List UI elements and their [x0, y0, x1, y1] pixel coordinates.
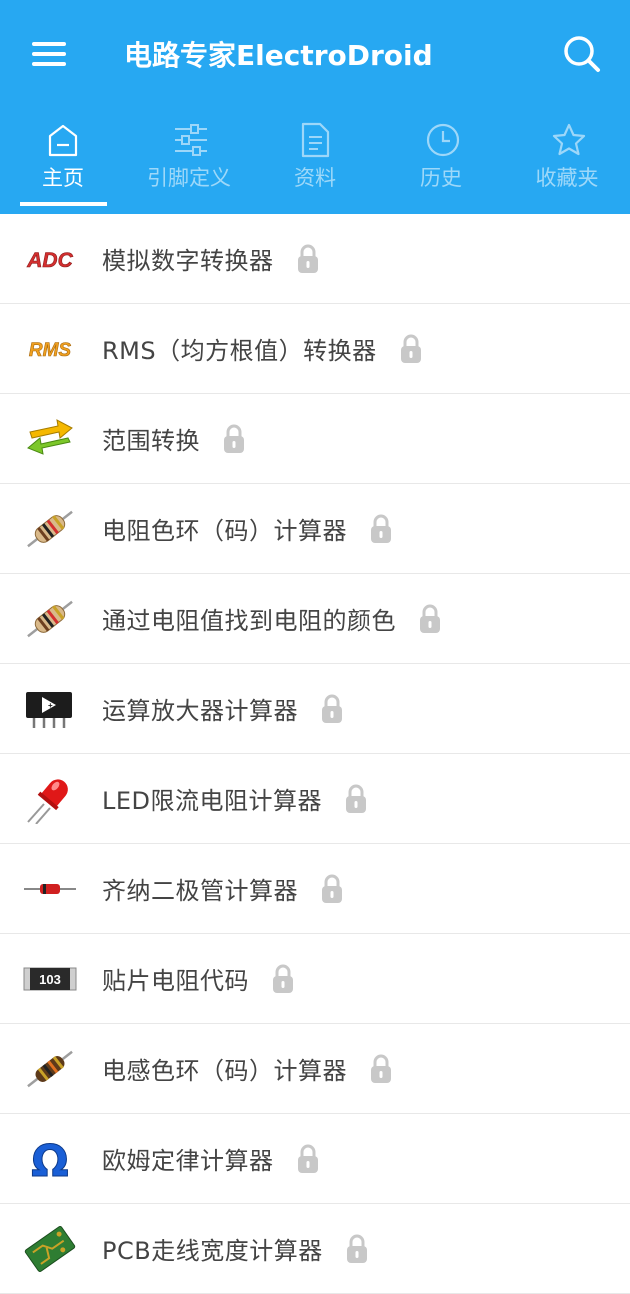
resistor-icon: [27, 510, 73, 548]
adc-icon: ADC: [26, 249, 74, 273]
list-item-label: 欧姆定律计算器: [102, 1147, 274, 1175]
op-amp-chip-icon: +: [26, 692, 72, 728]
lock-icon: [371, 1054, 391, 1083]
sliders-icon: [175, 124, 207, 156]
tab-home-label: 主页: [42, 166, 84, 190]
lock-icon: [322, 694, 342, 723]
clock-icon: [426, 123, 460, 157]
star-icon: [552, 123, 586, 156]
list-item[interactable]: 电阻色环（码）计算器: [0, 484, 630, 574]
list-item[interactable]: 范围转换: [0, 394, 630, 484]
svg-text:Ω: Ω: [31, 1136, 68, 1184]
lock-icon: [297, 244, 318, 273]
app-header: 电路专家ElectroDroid 主页 引脚定义 资料 历史 收藏夹: [0, 0, 630, 214]
list-item-label: 范围转换: [102, 427, 200, 455]
svg-text:ADC: ADC: [26, 249, 73, 272]
svg-text:+: +: [48, 701, 53, 710]
list-item-label: 贴片电阻代码: [102, 967, 249, 995]
lock-icon: [224, 424, 244, 453]
list-item[interactable]: Ω 欧姆定律计算器: [0, 1114, 630, 1204]
tab-history-label: 历史: [420, 166, 462, 190]
list-item-label: PCB走线宽度计算器: [102, 1237, 323, 1265]
hamburger-menu-icon[interactable]: [30, 38, 70, 70]
list-item-label: 齐纳二极管计算器: [102, 877, 298, 905]
lock-icon: [322, 874, 342, 903]
zener-diode-icon: [24, 884, 76, 894]
range-arrows-icon: [27, 419, 73, 455]
active-tab-indicator: [20, 202, 107, 206]
tools-list: ADC 模拟数字转换器 RMS RMS（均方根值）转换器 范围转换 电阻色环（码…: [0, 214, 630, 1294]
list-item-label: 模拟数字转换器: [102, 247, 274, 275]
pcb-icon: [24, 1226, 76, 1272]
list-item-label: 电感色环（码）计算器: [102, 1057, 347, 1085]
lock-icon: [297, 1144, 318, 1173]
tab-resources-label: 资料: [294, 166, 336, 190]
list-item-label: LED限流电阻计算器: [102, 787, 323, 815]
list-item-label: RMS（均方根值）转换器: [102, 337, 377, 365]
tab-favorites[interactable]: 收藏夹: [504, 118, 630, 214]
tab-resources[interactable]: 资料: [252, 118, 378, 214]
list-item[interactable]: PCB走线宽度计算器: [0, 1204, 630, 1294]
search-icon[interactable]: [560, 32, 604, 76]
toolbar: 电路专家ElectroDroid: [0, 0, 630, 108]
tab-pinouts-label: 引脚定义: [147, 166, 231, 190]
list-item[interactable]: RMS RMS（均方根值）转换器: [0, 304, 630, 394]
tab-home[interactable]: 主页: [0, 118, 126, 214]
lock-icon: [346, 1234, 367, 1263]
resistor-icon: [27, 600, 73, 638]
svg-text:103: 103: [39, 972, 61, 987]
document-icon: [301, 122, 330, 158]
led-icon: [27, 779, 68, 824]
list-item[interactable]: LED限流电阻计算器: [0, 754, 630, 844]
lock-icon: [371, 514, 391, 543]
list-item-label: 通过电阻值找到电阻的颜色: [102, 607, 396, 635]
list-item[interactable]: 电感色环（码）计算器: [0, 1024, 630, 1114]
list-item[interactable]: 103 贴片电阻代码: [0, 934, 630, 1024]
inductor-icon: [27, 1050, 73, 1088]
tab-history[interactable]: 历史: [378, 118, 504, 214]
lock-icon: [420, 604, 440, 633]
list-item[interactable]: 通过电阻值找到电阻的颜色: [0, 574, 630, 664]
list-item[interactable]: + 运算放大器计算器: [0, 664, 630, 754]
lock-icon: [346, 784, 367, 813]
app-title: 电路专家ElectroDroid: [124, 39, 433, 72]
app-screen: 电路专家ElectroDroid 主页 引脚定义 资料 历史 收藏夹 ADC 模…: [0, 0, 630, 1294]
rms-icon: RMS: [29, 340, 72, 362]
smd-resistor-icon: 103: [23, 967, 77, 991]
list-item-label: 运算放大器计算器: [102, 697, 298, 725]
tab-pinouts[interactable]: 引脚定义: [126, 118, 252, 214]
list-item[interactable]: 齐纳二极管计算器: [0, 844, 630, 934]
list-item-label: 电阻色环（码）计算器: [102, 517, 347, 545]
tab-bar: 主页 引脚定义 资料 历史 收藏夹: [0, 118, 630, 214]
ohm-icon: Ω: [31, 1136, 69, 1185]
list-item[interactable]: ADC 模拟数字转换器: [0, 214, 630, 304]
tab-favorites-label: 收藏夹: [535, 166, 599, 190]
svg-text:RMS: RMS: [29, 340, 72, 361]
lock-icon: [273, 964, 293, 993]
lock-icon: [400, 334, 421, 363]
home-icon: [48, 124, 78, 157]
